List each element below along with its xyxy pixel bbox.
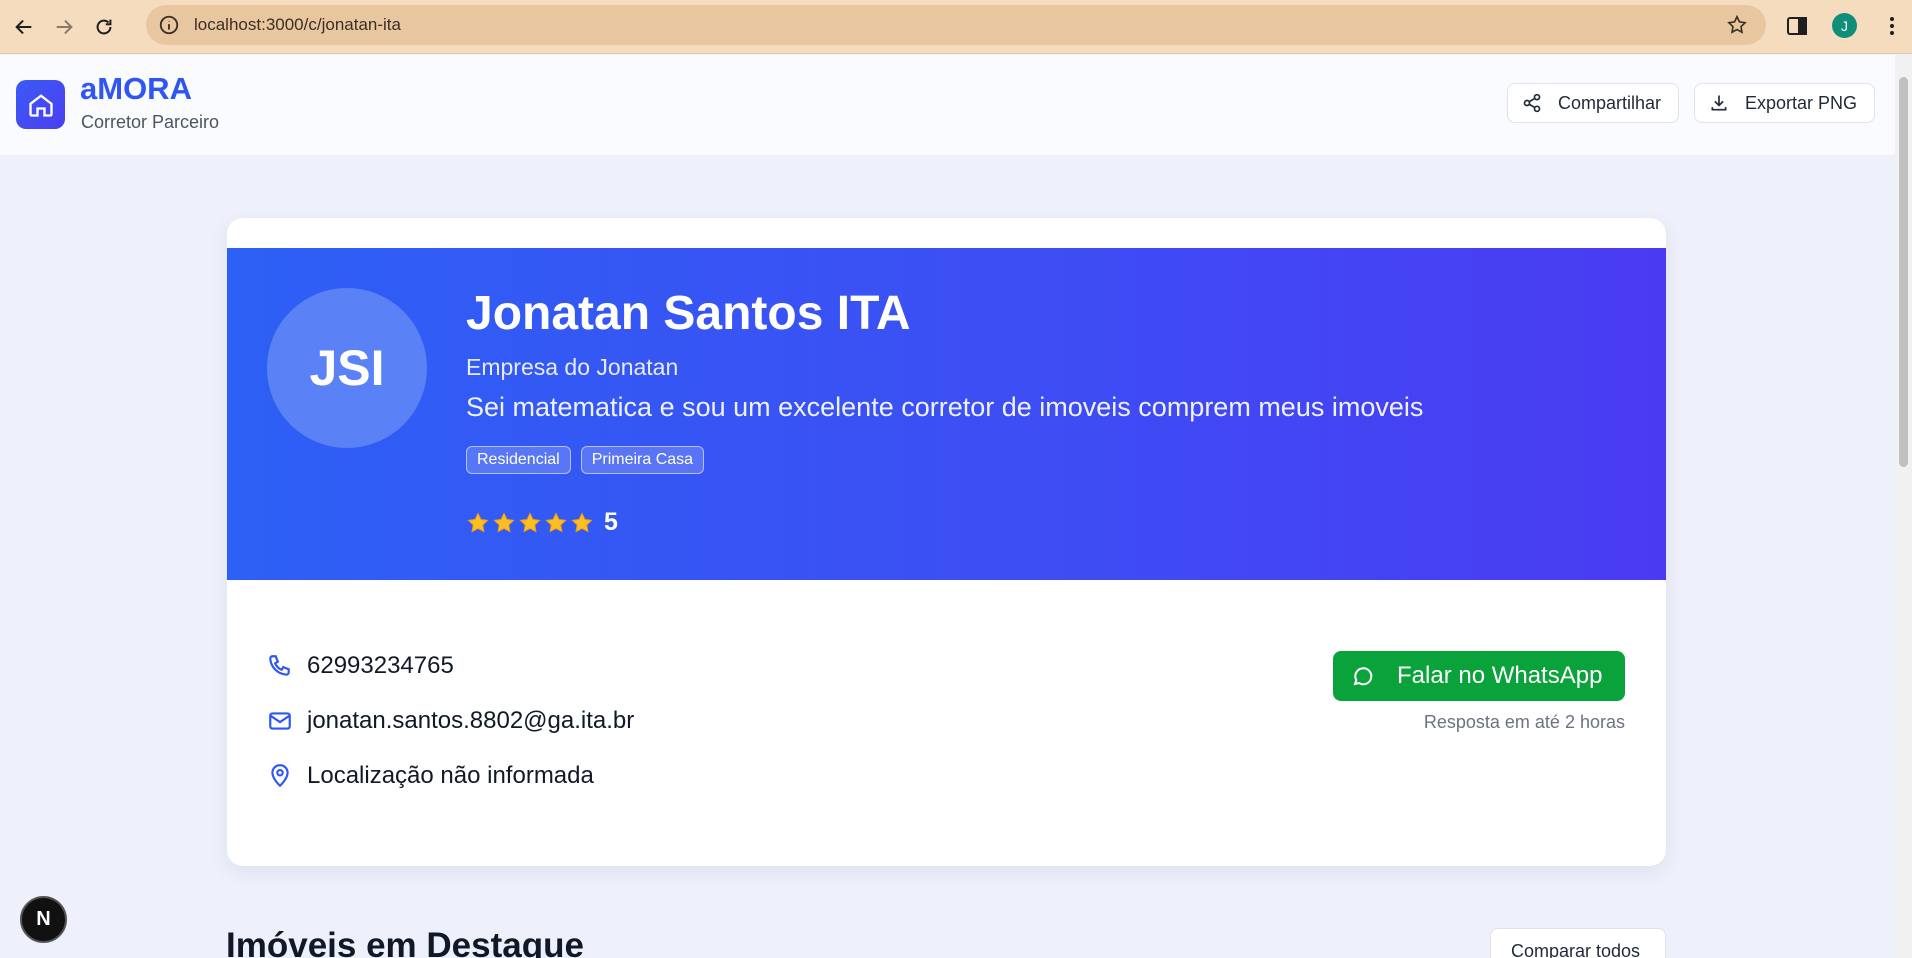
nextjs-dev-badge[interactable]: N [20,896,67,943]
reload-button[interactable] [84,7,124,47]
compare-all-button[interactable]: Comparar todos [1490,928,1666,958]
featured-properties-title: Imóveis em Destaque [226,926,584,958]
export-label: Exportar PNG [1745,92,1858,113]
map-pin-icon [271,764,289,788]
brand-subtitle: Corretor Parceiro [81,112,220,132]
whatsapp-icon [1353,667,1373,686]
profile-banner: JSI Jonatan Santos ITA Empresa do Jonata… [227,248,1666,580]
email-address: jonatan.santos.8802@ga.ita.br [307,707,635,734]
scrollbar-thumb[interactable] [1899,77,1908,467]
contact-location: Localização não informada [267,762,594,790]
share-label: Compartilhar [1558,92,1662,113]
side-panel-icon[interactable] [1785,14,1809,38]
whatsapp-button[interactable]: Falar no WhatsApp [1333,651,1625,701]
star-icon [467,511,489,532]
contact-phone: 62993234765 [267,652,454,680]
brand-name[interactable]: aMORA [80,71,192,107]
star-icon [519,511,541,532]
url-text[interactable]: localhost:3000/c/jonatan-ita [194,15,401,35]
tag-residencial: Residencial [466,446,571,474]
phone-number: 62993234765 [307,652,454,679]
forward-button[interactable] [44,7,84,47]
broker-company: Empresa do Jonatan [466,354,679,380]
star-icon [493,511,515,532]
broker-avatar: JSI [267,288,427,448]
arrow-left-icon [15,19,32,34]
browser-toolbar: localhost:3000/c/jonatan-ita J [0,0,1912,54]
response-time-note: Resposta em até 2 horas [1423,712,1625,732]
broker-rating: 5 [466,508,618,537]
star-icon [571,511,593,532]
broker-profile-card: JSI Jonatan Santos ITA Empresa do Jonata… [227,218,1666,866]
rating-score: 5 [604,508,618,536]
app-header: aMORA Corretor Parceiro Compartilhar Exp… [0,55,1895,156]
broker-bio: Sei matematica e sou um excelente corret… [466,392,1424,422]
bookmark-star-icon[interactable] [1726,14,1748,36]
home-logo[interactable] [16,80,65,129]
star-icon [545,511,567,532]
contact-email: jonatan.santos.8802@ga.ita.br [267,707,634,735]
location-text: Localização não informada [307,762,594,789]
back-button[interactable] [4,7,44,47]
whatsapp-label: Falar no WhatsApp [1397,662,1603,689]
info-icon[interactable] [158,14,180,36]
broker-name: Jonatan Santos ITA [466,287,911,340]
home-icon [28,93,53,117]
share-button[interactable]: Compartilhar [1507,83,1679,123]
rating-stars [466,511,594,535]
reload-icon [96,19,112,34]
tag-primeira-casa: Primeira Casa [580,446,705,474]
address-bar[interactable]: localhost:3000/c/jonatan-ita [146,5,1766,45]
more-vert-icon[interactable] [1880,14,1904,38]
arrow-right-icon [56,19,73,34]
profile-avatar[interactable]: J [1832,13,1857,38]
page-scrollbar[interactable] [1895,55,1912,958]
mail-icon [269,712,291,730]
share-icon [1523,93,1541,113]
export-png-button[interactable]: Exportar PNG [1694,83,1875,123]
specialty-tags: Residencial Primeira Casa [466,446,705,474]
download-icon [1711,95,1727,111]
phone-icon [269,655,290,676]
